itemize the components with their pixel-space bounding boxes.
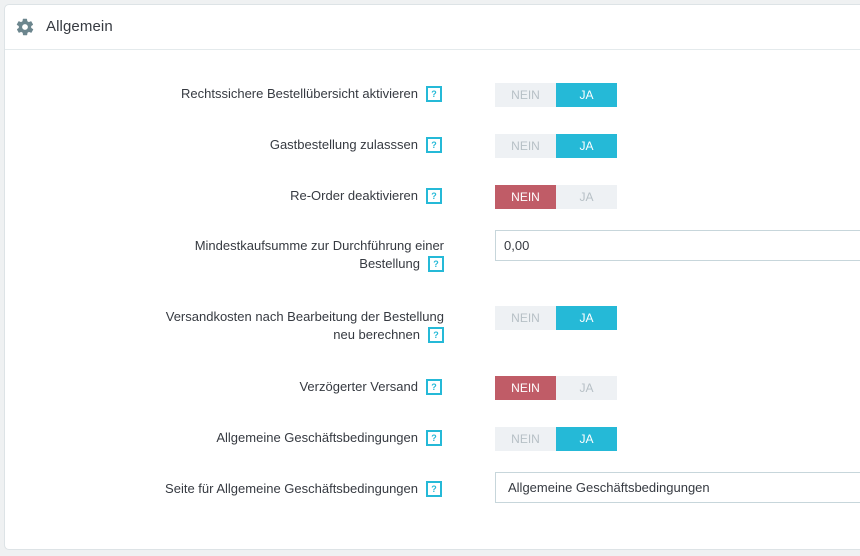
switch-delayed-shipping[interactable]: NEIN JA: [495, 376, 617, 400]
switch-option-ja[interactable]: JA: [556, 134, 617, 158]
switch-option-nein[interactable]: NEIN: [495, 134, 556, 158]
switch-option-ja[interactable]: JA: [556, 306, 617, 330]
help-icon[interactable]: ?: [428, 326, 444, 343]
terms-page-select[interactable]: Allgemeine Geschäftsbedingungen: [495, 472, 860, 503]
help-icon[interactable]: ?: [426, 136, 442, 153]
switch-option-ja[interactable]: JA: [556, 83, 617, 107]
switch-reorder-disable[interactable]: NEIN JA: [495, 185, 617, 209]
help-icon[interactable]: ?: [426, 429, 442, 446]
help-icon[interactable]: ?: [426, 480, 442, 497]
label-guest-checkout: Gastbestellung zulasssen?: [22, 136, 442, 154]
switch-option-ja[interactable]: JA: [556, 427, 617, 451]
switch-recalculate-shipping[interactable]: NEIN JA: [495, 306, 617, 330]
label-reorder-disable: Re-Order deaktivieren?: [22, 187, 442, 205]
help-icon[interactable]: ?: [426, 378, 442, 395]
label-delayed-shipping: Verzögerter Versand?: [22, 378, 442, 396]
switch-terms[interactable]: NEIN JA: [495, 427, 617, 451]
switch-option-nein[interactable]: NEIN: [495, 83, 556, 107]
label-legal-order-overview: Rechtssichere Bestellübersicht aktiviere…: [22, 85, 442, 103]
minimum-purchase-input[interactable]: 0,00: [495, 230, 860, 261]
panel-title: Allgemein: [46, 18, 113, 35]
switch-option-nein[interactable]: NEIN: [495, 306, 556, 330]
gear-icon: [16, 18, 34, 36]
switch-option-nein[interactable]: NEIN: [495, 427, 556, 451]
switch-option-nein[interactable]: NEIN: [495, 376, 556, 400]
label-terms-page: Seite für Allgemeine Geschäftsbedingunge…: [22, 480, 442, 498]
switch-option-nein[interactable]: NEIN: [495, 185, 556, 209]
switch-option-ja[interactable]: JA: [556, 376, 617, 400]
switch-guest-checkout[interactable]: NEIN JA: [495, 134, 617, 158]
help-icon[interactable]: ?: [426, 187, 442, 204]
switch-legal-order-overview[interactable]: NEIN JA: [495, 83, 617, 107]
label-terms: Allgemeine Geschäftsbedingungen?: [22, 429, 442, 447]
help-icon[interactable]: ?: [428, 255, 444, 272]
help-icon[interactable]: ?: [426, 85, 442, 102]
panel-heading: Allgemein: [5, 5, 860, 50]
label-recalculate-shipping: Versandkosten nach Bearbeitung der Beste…: [165, 309, 444, 343]
switch-option-ja[interactable]: JA: [556, 185, 617, 209]
label-minimum-purchase: Mindestkaufsumme zur Durchführung einer …: [194, 238, 444, 272]
